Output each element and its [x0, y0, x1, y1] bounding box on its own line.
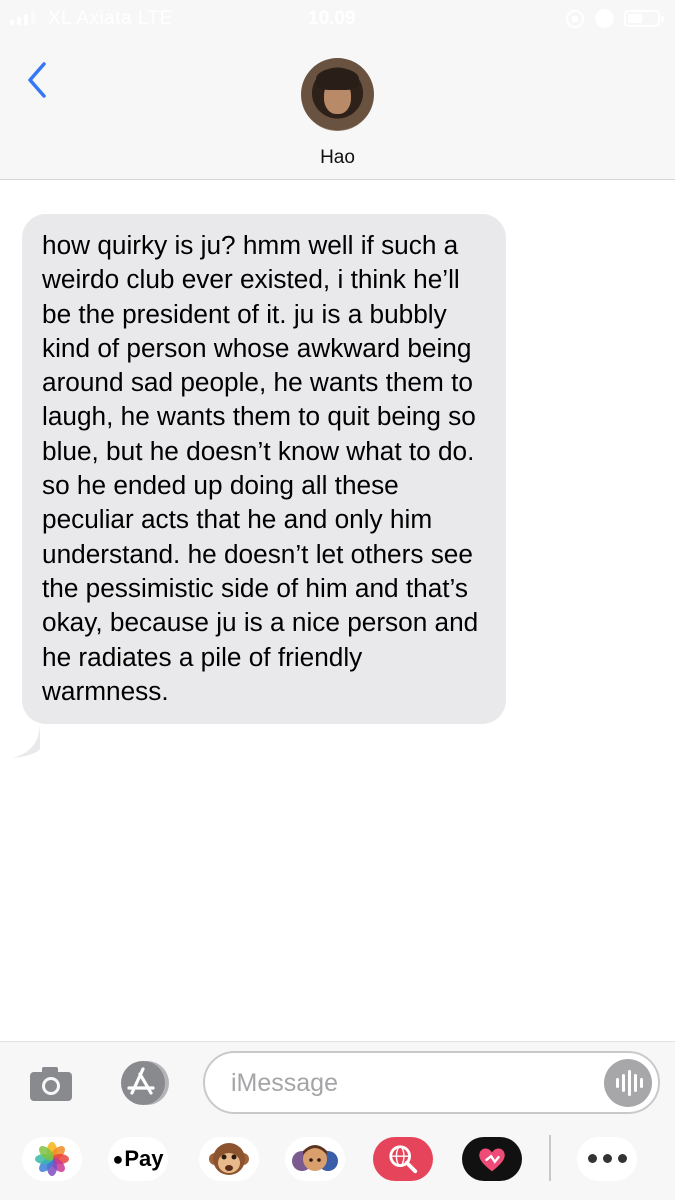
camera-icon — [30, 1067, 72, 1101]
photos-app-button[interactable] — [22, 1137, 82, 1181]
avatar-hair — [316, 68, 359, 90]
carrier-label: XL Axiata LTE — [48, 8, 173, 29]
status-bar: XL Axiata LTE 10.09 — [0, 0, 675, 38]
audio-waveform-icon — [616, 1078, 619, 1088]
camera-button[interactable] — [29, 1066, 73, 1102]
alarm-icon — [595, 9, 614, 28]
app-store-button[interactable] — [115, 1060, 171, 1106]
rotation-lock-icon — [566, 10, 584, 28]
incoming-message-bubble[interactable]: how quirky is ju? hmm well if such a wei… — [22, 214, 506, 725]
back-button[interactable] — [20, 60, 56, 100]
monkey-animoji-icon — [209, 1143, 249, 1175]
app-drawer: ● Pay — [0, 1135, 675, 1195]
memoji-button[interactable] — [285, 1137, 345, 1181]
digital-touch-button[interactable] — [462, 1137, 522, 1181]
animoji-button[interactable] — [199, 1137, 259, 1181]
web-search-icon — [389, 1145, 418, 1174]
apple-pay-label: Pay — [124, 1146, 164, 1171]
photos-icon — [35, 1142, 69, 1176]
web-search-app-button[interactable] — [373, 1137, 433, 1181]
contact-name[interactable]: Hao — [0, 147, 675, 169]
apple-logo-icon: ● — [112, 1148, 124, 1169]
bubble-tail — [12, 721, 40, 758]
message-input-placeholder: iMessage — [231, 1069, 338, 1097]
compose-bar: iMessage ● Pay — [0, 1041, 675, 1200]
signal-strength-icon — [10, 11, 35, 25]
more-icon — [585, 1150, 630, 1168]
drawer-divider — [549, 1135, 551, 1181]
more-apps-button[interactable] — [577, 1137, 637, 1181]
memoji-icon — [292, 1145, 338, 1171]
heart-sticker-icon — [479, 1148, 505, 1172]
clock: 10.09 — [308, 8, 356, 29]
chevron-left-icon — [28, 62, 46, 98]
avatar[interactable] — [301, 58, 374, 131]
app-store-icon — [121, 1061, 169, 1105]
battery-icon — [624, 10, 664, 27]
audio-record-button[interactable] — [604, 1059, 652, 1107]
apple-pay-button[interactable]: ● Pay — [108, 1137, 168, 1181]
conversation-header: Hao — [0, 38, 675, 180]
message-input[interactable]: iMessage — [203, 1051, 660, 1114]
message-list[interactable]: how quirky is ju? hmm well if such a wei… — [0, 181, 675, 1041]
